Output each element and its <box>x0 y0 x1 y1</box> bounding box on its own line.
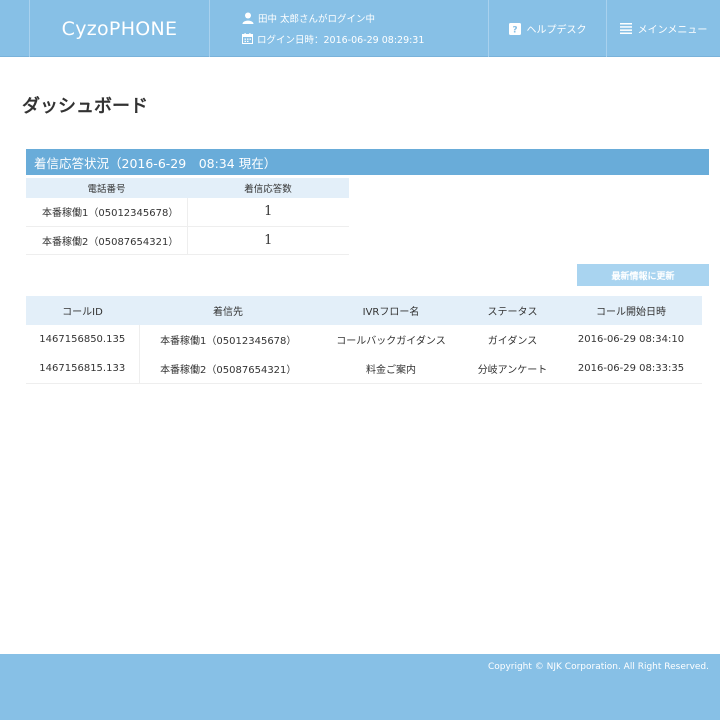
status-row: 本番稼働2（05087654321） 1 <box>26 226 349 255</box>
calls-col-status: ステータス <box>465 296 560 325</box>
calls-table: コールID 着信先 IVRフロー名 ステータス コール開始日時 14671568… <box>26 296 702 384</box>
header-edge <box>0 0 30 57</box>
status-col-count: 着信応答数 <box>187 178 349 198</box>
main-menu-link[interactable]: メインメニュー <box>606 0 720 57</box>
status-phone-cell: 本番稼働2（05087654321） <box>26 226 188 255</box>
status-phone-cell: 本番稼働1（05012345678） <box>26 198 188 227</box>
user-status-line: 田中 太郎さんがログイン中 <box>242 10 424 25</box>
helpdesk-label: ヘルプデスク <box>526 25 587 36</box>
calls-col-destination: 着信先 <box>139 296 317 325</box>
main-menu-label: メインメニュー <box>637 25 708 36</box>
status-count-cell: 1 <box>187 198 349 227</box>
status-row: 本番稼働1（05012345678） 1 <box>26 198 349 227</box>
help-icon: ? <box>508 22 521 35</box>
call-status-cell: ガイダンス <box>487 336 538 347</box>
call-flow-cell: 料金ご案内 <box>317 354 465 384</box>
call-id-cell: 1467156815.133 <box>26 354 140 384</box>
calendar-icon <box>242 33 253 44</box>
menu-icon <box>619 23 632 34</box>
app-header: CyzoPHONE 田中 太郎さんがログイン中 ログイン日時：2016-06-2… <box>0 0 720 57</box>
calls-col-flow: IVRフロー名 <box>317 296 465 325</box>
call-flow-cell: コールバックガイダンス <box>336 336 446 347</box>
call-start-cell: 2016-06-29 08:33:35 <box>560 354 702 384</box>
status-panel-heading: 着信応答状況（2016-6-29 08:34 現在） <box>26 149 709 175</box>
user-icon <box>242 12 254 24</box>
refresh-button[interactable]: 最新情報に更新 <box>577 264 709 286</box>
user-name-text: 田中 太郎さんがログイン中 <box>258 13 376 25</box>
calls-col-start: コール開始日時 <box>560 296 702 325</box>
status-table-header-row: 電話番号 着信応答数 <box>26 178 349 198</box>
call-start-cell: 2016-06-29 08:34:10 <box>577 334 685 345</box>
call-id-cell: 1467156850.135 <box>26 325 140 354</box>
app-footer: Copyright © NJK Corporation. All Right R… <box>0 654 720 720</box>
copyright-text: Copyright © NJK Corporation. All Right R… <box>487 662 709 672</box>
call-destination-cell: 本番稼働1（05012345678） <box>160 336 297 347</box>
calls-col-id: コールID <box>26 296 139 325</box>
call-row: 1467156815.133 本番稼働2（05087654321） 料金ご案内 … <box>26 354 702 384</box>
app-logo[interactable]: CyzoPHONE <box>30 0 210 57</box>
status-table: 電話番号 着信応答数 本番稼働1（05012345678） 1 本番稼働2（05… <box>26 178 349 255</box>
svg-text:?: ? <box>512 25 517 35</box>
login-time-line: ログイン日時：2016-06-29 08:29:31 <box>242 31 424 46</box>
user-info: 田中 太郎さんがログイン中 ログイン日時：2016-06-29 08:29:31 <box>242 10 424 52</box>
helpdesk-link[interactable]: ? ヘルプデスク <box>488 0 606 57</box>
call-row: 1467156850.135 本番稼働1（05012345678） コールバック… <box>26 325 702 354</box>
status-col-phone: 電話番号 <box>26 178 187 198</box>
status-count-cell: 1 <box>187 226 349 255</box>
login-time-text: ログイン日時：2016-06-29 08:29:31 <box>257 34 425 46</box>
page-title: ダッシュボード <box>22 96 148 117</box>
call-status-cell: 分岐アンケート <box>465 354 560 384</box>
call-destination-cell: 本番稼働2（05087654321） <box>139 354 317 384</box>
calls-table-header-row: コールID 着信先 IVRフロー名 ステータス コール開始日時 <box>26 296 702 325</box>
